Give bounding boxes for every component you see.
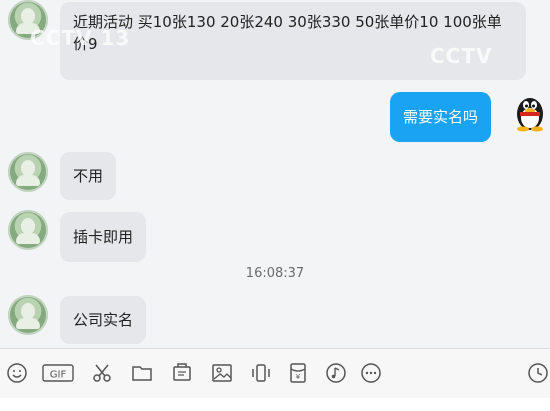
qq-penguin-avatar[interactable] [512, 92, 548, 132]
chat-area: 近期活动 买10张130 20张240 30张330 50张单价10 100张单… [0, 0, 550, 348]
cctv-logo-watermark: CCTV 13 [30, 26, 131, 50]
contact-avatar[interactable] [8, 295, 48, 335]
gif-icon[interactable]: GIF [42, 361, 74, 385]
svg-text:¥: ¥ [296, 373, 301, 381]
cctv-logo-watermark: CCTV [430, 44, 493, 68]
message-timestamp: 16:08:37 [245, 266, 305, 281]
shake-icon[interactable] [249, 361, 273, 385]
message-bubble-incoming: 不用 [60, 152, 117, 200]
emoji-icon[interactable] [5, 361, 29, 385]
music-icon[interactable] [324, 361, 348, 385]
more-icon[interactable] [359, 361, 383, 385]
message-bubble-incoming: 公司实名 [60, 296, 147, 344]
screenshot-icon[interactable] [170, 361, 194, 385]
history-icon[interactable] [526, 361, 550, 385]
contact-avatar[interactable] [8, 152, 48, 192]
message-input-area[interactable] [0, 398, 550, 411]
message-text: 不用 [73, 167, 104, 185]
message-bubble-outgoing: 需要实名吗 [390, 92, 492, 142]
folder-icon[interactable] [130, 361, 154, 385]
image-icon[interactable] [210, 361, 234, 385]
message-text: 需要实名吗 [403, 108, 479, 126]
scissors-icon[interactable] [90, 361, 114, 385]
message-text: 插卡即用 [73, 228, 134, 246]
gif-label: GIF [50, 370, 67, 381]
message-text: 公司实名 [73, 311, 134, 329]
chat-input-toolbar: GIF ¥ [0, 348, 550, 399]
contact-avatar[interactable] [8, 210, 48, 250]
red-packet-icon[interactable]: ¥ [286, 361, 310, 385]
message-bubble-incoming: 插卡即用 [60, 212, 147, 262]
